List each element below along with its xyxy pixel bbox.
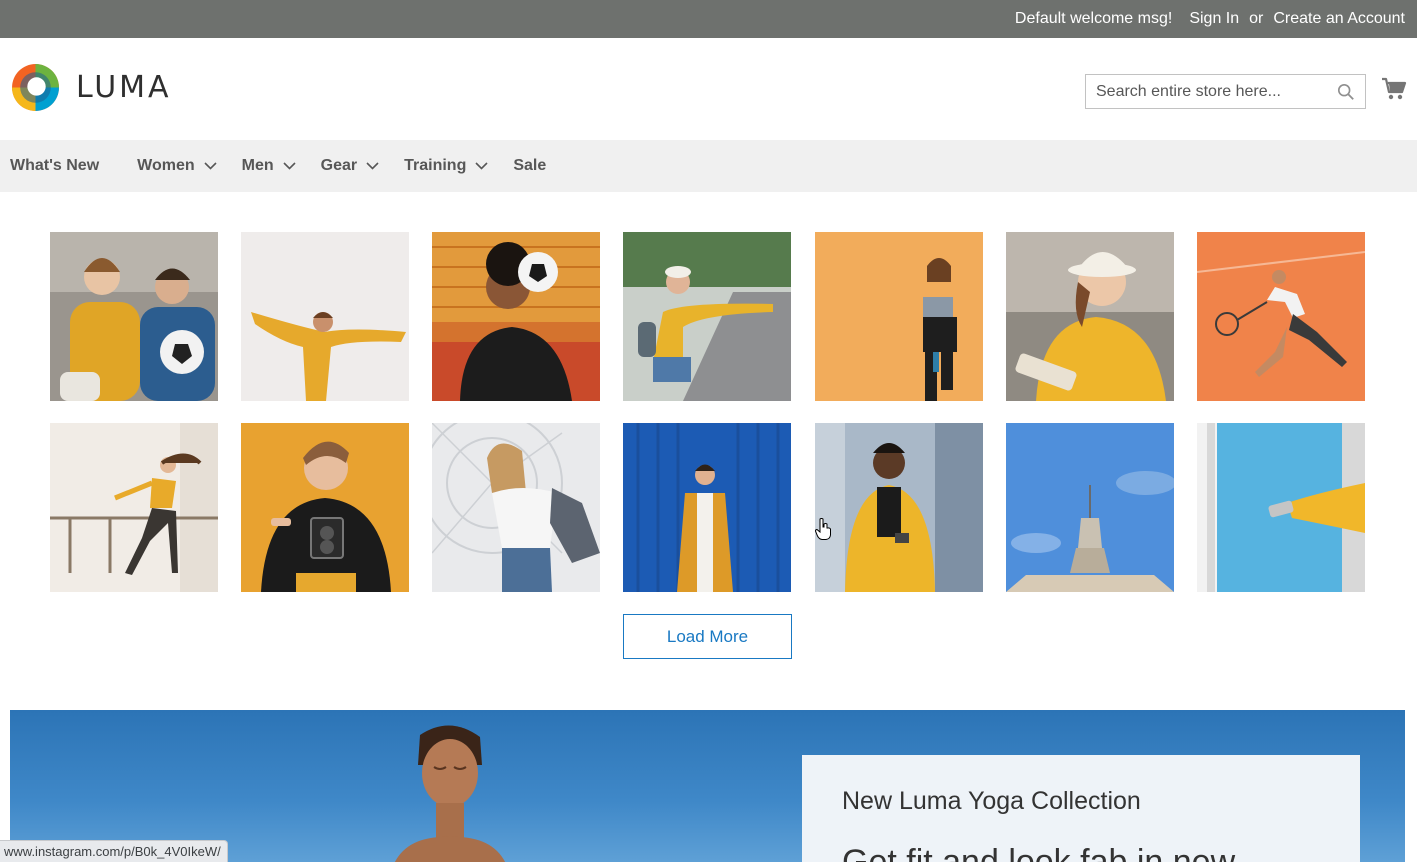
- nav-label: What's New: [10, 157, 100, 174]
- nav-item-gear[interactable]: Gear: [321, 157, 379, 175]
- photo-tower-sky: [1006, 423, 1174, 592]
- gallery-photo[interactable]: [241, 232, 409, 401]
- gallery-photo[interactable]: [432, 232, 600, 401]
- gallery-photo[interactable]: [815, 423, 983, 592]
- nav-label: Training: [404, 157, 467, 174]
- main-navigation: What's New Women Men Gear Training Sale: [0, 140, 1417, 192]
- browser-status-bar: www.instagram.com/p/B0k_4V0IkeW/: [0, 840, 228, 862]
- photo-couple-football: [50, 232, 218, 401]
- nav-label: Women: [137, 157, 195, 174]
- photo-woman-road: [623, 232, 791, 401]
- nav-item-whats-new[interactable]: What's New: [10, 157, 99, 175]
- gallery-photo[interactable]: [50, 232, 218, 401]
- nav-label: Men: [241, 157, 274, 174]
- sign-in-link[interactable]: Sign In: [1189, 10, 1239, 28]
- yoga-model-image: [394, 725, 506, 862]
- nav-item-women[interactable]: Women: [137, 157, 217, 175]
- photo-woman-ferris-wheel: [432, 423, 600, 592]
- search-box: [1085, 74, 1366, 109]
- gallery-photo[interactable]: [1006, 232, 1174, 401]
- gallery-photo[interactable]: [432, 423, 600, 592]
- nav-item-men[interactable]: Men: [242, 157, 296, 175]
- top-panel: Default welcome msg! Sign In or Create a…: [0, 0, 1417, 38]
- chevron-down-icon: [475, 162, 488, 170]
- gallery-photo[interactable]: [623, 423, 791, 592]
- gallery-photo[interactable]: [1006, 423, 1174, 592]
- load-more-button[interactable]: Load More: [623, 614, 792, 659]
- chevron-down-icon: [283, 162, 296, 170]
- promo-title: New Luma Yoga Collection: [842, 787, 1141, 815]
- create-account-link[interactable]: Create an Account: [1273, 10, 1405, 28]
- photo-woman-arms-out: [241, 232, 409, 401]
- photo-man-yellow-jacket-city: [815, 423, 983, 592]
- store-logo[interactable]: LUMA: [10, 62, 172, 113]
- logo-text: LUMA: [76, 70, 172, 105]
- photo-man-football-orange: [432, 232, 600, 401]
- gallery-photo[interactable]: [50, 423, 218, 592]
- gallery-photo[interactable]: [241, 423, 409, 592]
- nav-label: Sale: [513, 157, 547, 174]
- photo-woman-hat-smiling: [1006, 232, 1174, 401]
- photo-woman-orange-wall: [815, 232, 983, 401]
- gallery-photo[interactable]: [815, 232, 983, 401]
- header: LUMA: [0, 38, 1417, 140]
- nav-item-training[interactable]: Training: [404, 157, 488, 175]
- chevron-down-icon: [366, 162, 379, 170]
- hand-cursor-icon: [815, 518, 831, 540]
- photo-dancer-studio: [50, 423, 218, 592]
- welcome-message: Default welcome msg!: [1014, 10, 1173, 27]
- photo-man-blue-wall: [623, 423, 791, 592]
- cart-icon[interactable]: [1381, 76, 1407, 102]
- search-input[interactable]: [1086, 75, 1326, 108]
- gallery-photo[interactable]: [1197, 232, 1365, 401]
- gallery-photo[interactable]: [1197, 423, 1365, 592]
- photo-arm-blue-door: [1197, 423, 1365, 592]
- promo-subtitle: Get fit and look fab in new: [842, 843, 1236, 862]
- nav-item-sale[interactable]: Sale: [513, 157, 546, 175]
- promo-card: New Luma Yoga Collection Get fit and loo…: [802, 755, 1360, 862]
- photo-tennis-player: [1197, 232, 1365, 401]
- nav-label: Gear: [320, 157, 358, 174]
- or-separator: or: [1249, 10, 1264, 27]
- photo-man-camera-yellow: [241, 423, 409, 592]
- chevron-down-icon: [204, 162, 217, 170]
- search-icon[interactable]: [1337, 83, 1355, 101]
- gallery-photo[interactable]: [623, 232, 791, 401]
- luma-logo-icon: [12, 64, 59, 111]
- top-links: Default welcome msg! Sign In or Create a…: [1015, 0, 1405, 38]
